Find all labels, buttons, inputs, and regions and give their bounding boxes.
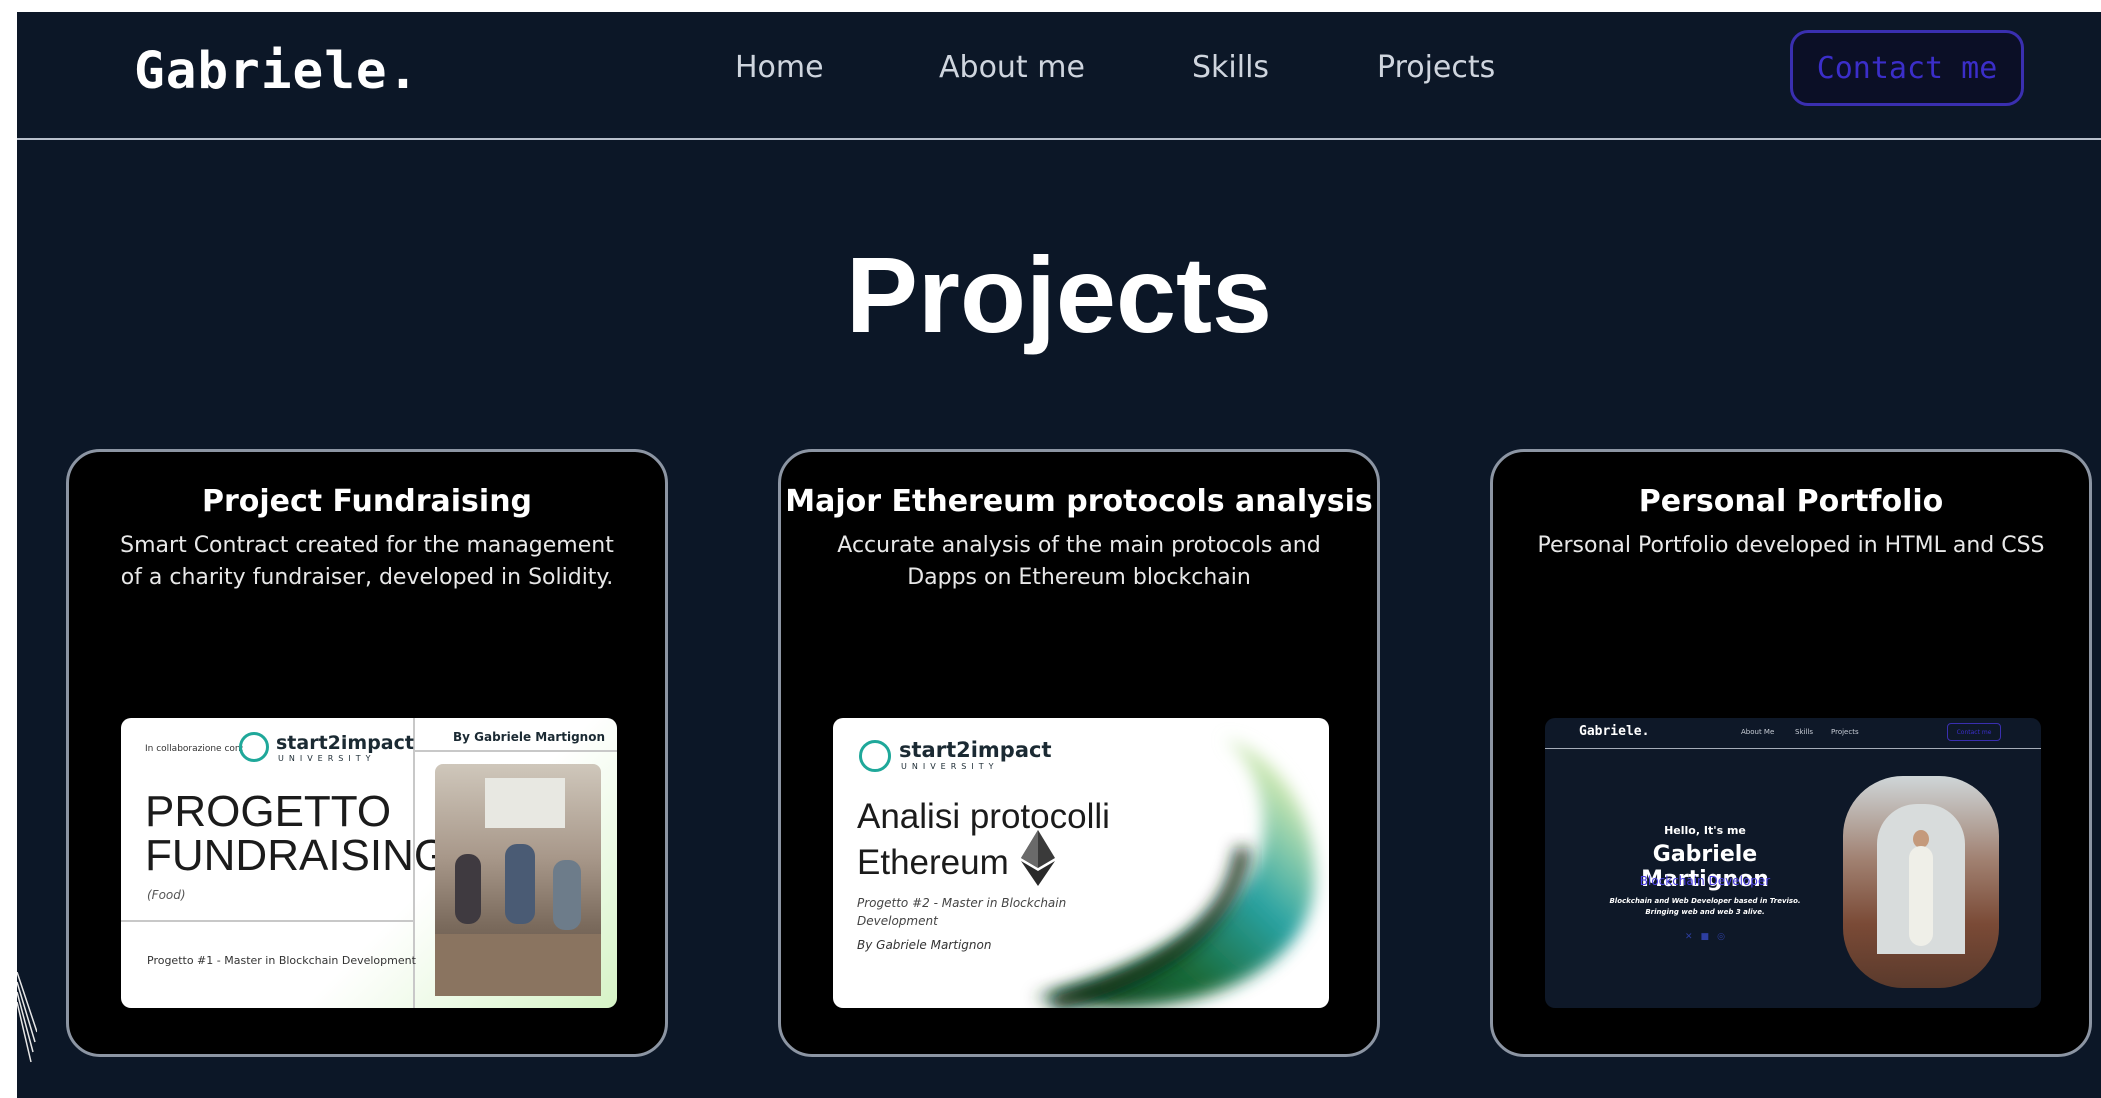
mini-navbar: Gabriele. About Me Skills Projects Conta… <box>1545 718 2041 749</box>
section-title: Projects <box>845 234 1273 355</box>
site-logo[interactable]: Gabriele. <box>134 42 419 101</box>
instagram-icon: ◎ <box>1717 932 1733 942</box>
x-icon: ✕ <box>1685 932 1701 942</box>
brand-name: start2impact <box>276 732 414 754</box>
nav-link-about[interactable]: About me <box>939 50 1085 85</box>
nav-link-projects[interactable]: Projects <box>1377 50 1495 85</box>
volunteers-photo <box>435 764 601 996</box>
decorative-lines <box>17 972 37 1063</box>
project-thumbnail[interactable]: In collaborazione con: start2impact UNIV… <box>121 718 617 1008</box>
brand-subtitle: UNIVERSITY <box>901 762 999 771</box>
card-description: Smart Contract created for the managemen… <box>120 533 614 590</box>
project-thumbnail[interactable]: Gabriele. About Me Skills Projects Conta… <box>1545 718 2041 1008</box>
brand-name: start2impact <box>899 738 1052 762</box>
greeting: Hello, It's me <box>1664 824 1746 837</box>
nav-link-skills[interactable]: Skills <box>1192 50 1269 85</box>
start2impact-logo-icon <box>859 740 891 772</box>
project-card-portfolio[interactable]: Personal Portfolio Personal Portfolio de… <box>1490 449 2092 1057</box>
mini-contact-button: Contact me <box>1947 723 2001 741</box>
bio-line: Bringing web and web 3 alive. <box>1645 908 1765 916</box>
thumbnail-subtitle: (Food) <box>147 888 186 902</box>
ethereum-icon <box>1021 830 1055 886</box>
author: By Gabriele Martignon <box>857 938 992 952</box>
card-title: Major Ethereum protocols analysis <box>785 484 1373 519</box>
project-thumbnail[interactable]: start2impact UNIVERSITY Analisi protocol… <box>833 718 1329 1008</box>
photo-person <box>1909 846 1933 946</box>
brand-subtitle: UNIVERSITY <box>278 754 376 763</box>
nav-link-home[interactable]: Home <box>735 50 824 85</box>
project-card-ethereum[interactable]: Major Ethereum protocols analysis Accura… <box>778 449 1380 1057</box>
card-title: Personal Portfolio <box>1638 484 1944 519</box>
author: By Gabriele Martignon <box>453 730 606 744</box>
project-card-fundraising[interactable]: Project Fundraising Smart Contract creat… <box>66 449 668 1057</box>
collab-text: In collaborazione con: <box>145 744 244 754</box>
divider <box>121 920 413 922</box>
thumbnail-heading: Analisi protocolli Ethereum <box>857 794 1110 886</box>
thumbnail-heading: PROGETTO FUNDRAISING <box>145 790 448 878</box>
photo-person <box>455 854 481 924</box>
heading-line: PROGETTO <box>145 787 392 836</box>
photo-window <box>485 778 565 828</box>
start2impact-logo-icon <box>239 732 269 762</box>
owner-role: Blockchain Developer <box>1639 874 1771 888</box>
navbar: Gabriele. Home About me Skills Projects … <box>17 12 2101 140</box>
linkedin-icon: ■ <box>1700 932 1718 942</box>
photo-person <box>553 860 581 930</box>
bio-line: Blockchain and Web Developer based in Tr… <box>1609 897 1801 905</box>
mini-link: Projects <box>1831 728 1859 736</box>
social-icons: ✕■◎ <box>1685 932 1733 942</box>
thumbnail-footer: Progetto #1 - Master in Blockchain Devel… <box>147 954 416 967</box>
card-description: Accurate analysis of the main protocols … <box>837 533 1321 590</box>
thumbnail-subtitle: Progetto #2 - Master in Blockchain Devel… <box>857 896 1067 928</box>
portrait-photo <box>1843 776 1999 988</box>
heading-line: Analisi protocolli <box>857 797 1110 836</box>
contact-button[interactable]: Contact me <box>1790 30 2024 106</box>
card-description: Personal Portfolio developed in HTML and… <box>1537 533 2045 558</box>
photo-person <box>505 844 535 924</box>
mini-link: Skills <box>1795 728 1813 736</box>
divider <box>413 750 617 752</box>
card-title: Project Fundraising <box>201 484 533 519</box>
photo-table <box>435 934 601 996</box>
heading-line: Ethereum <box>857 843 1009 882</box>
heading-line: FUNDRAISING <box>145 831 449 880</box>
portfolio-page: Gabriele. Home About me Skills Projects … <box>17 12 2101 1098</box>
mini-logo: Gabriele. <box>1579 724 1650 739</box>
mini-link: About Me <box>1741 728 1775 736</box>
owner-bio: Blockchain and Web Developer based in Tr… <box>1595 896 1815 918</box>
